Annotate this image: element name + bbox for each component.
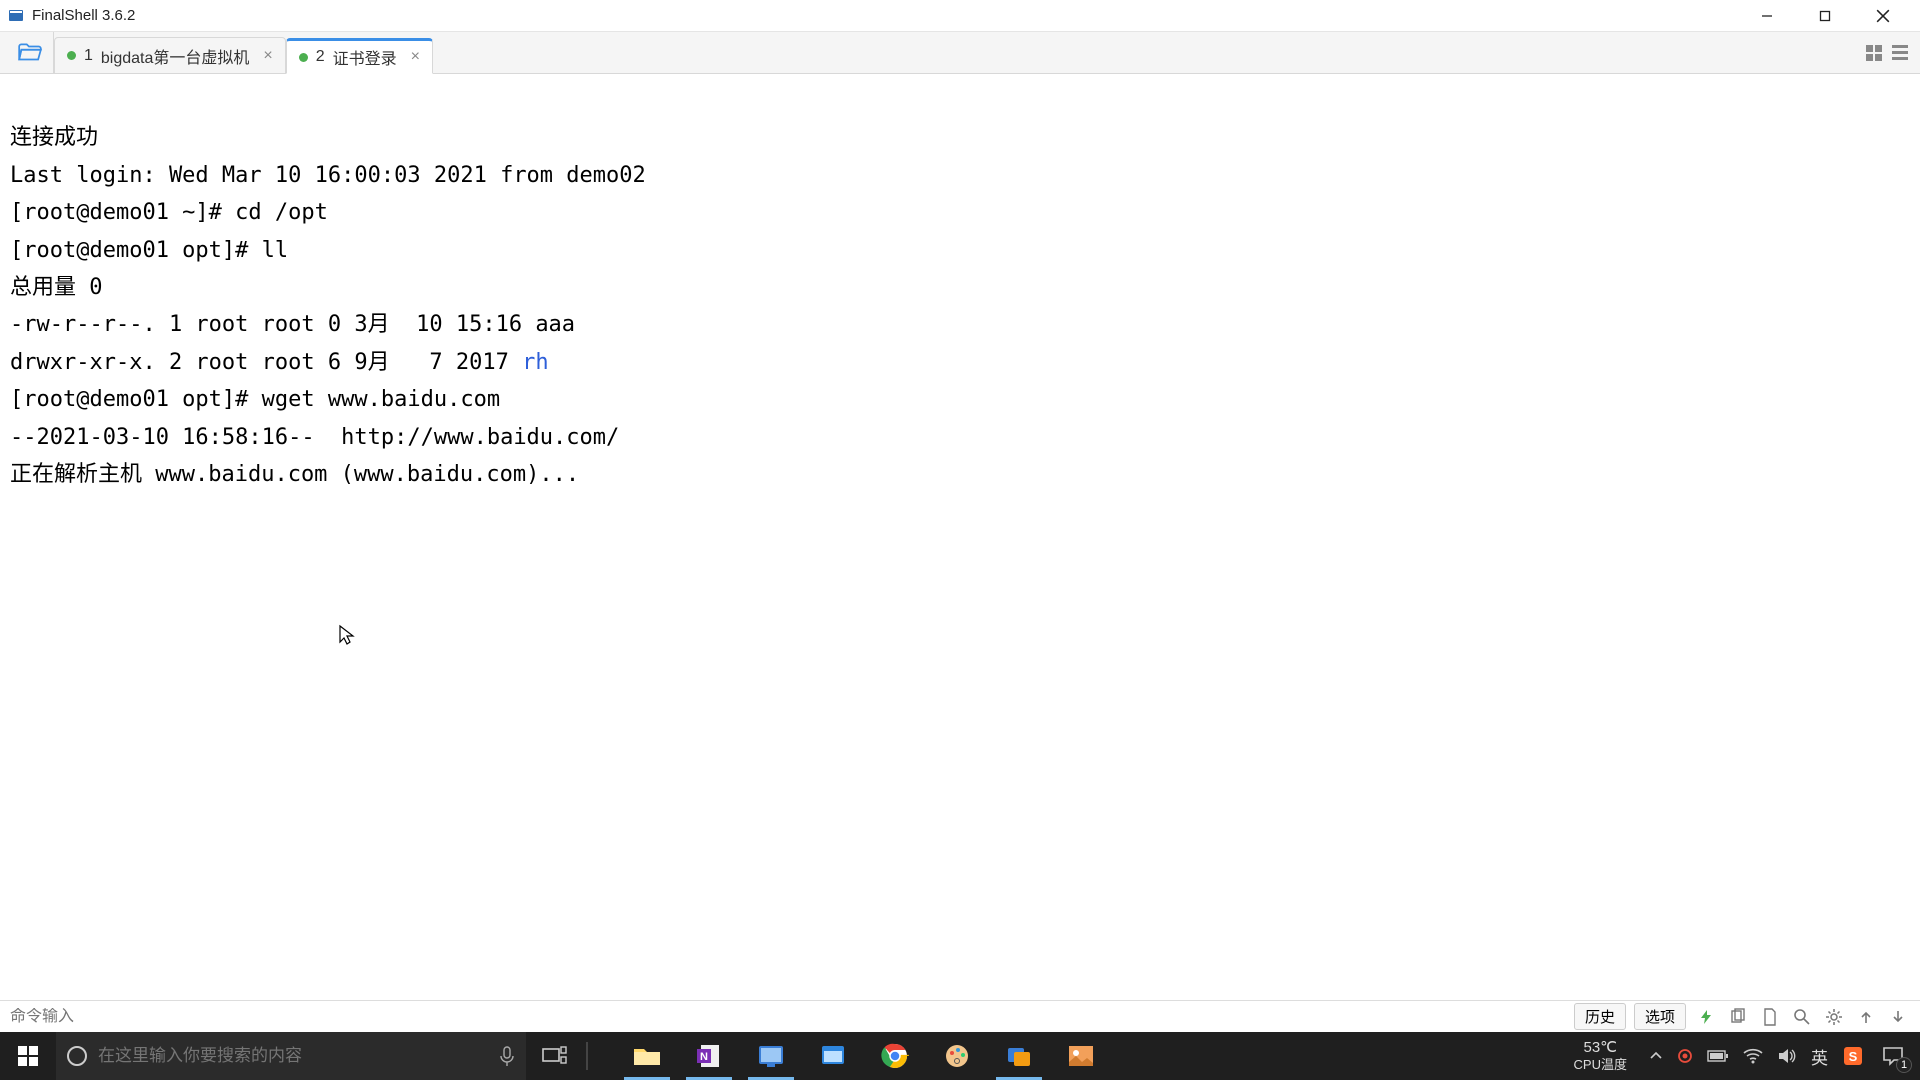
list-view-icon[interactable] [1890,43,1910,63]
open-folder-button[interactable] [6,32,54,73]
bolt-icon[interactable] [1694,1005,1718,1029]
upload-icon[interactable] [1854,1005,1878,1029]
paint-icon[interactable] [926,1032,988,1080]
tab-index: 2 [316,48,325,66]
finalshell-app-icon[interactable] [740,1032,802,1080]
close-button[interactable] [1854,0,1912,32]
sogou-icon[interactable]: S [1842,1045,1864,1067]
history-button[interactable]: 历史 [1574,1003,1626,1030]
terminal-line: Last login: Wed Mar 10 16:00:03 2021 fro… [10,163,646,188]
microphone-icon[interactable] [498,1045,516,1067]
minimize-button[interactable] [1738,0,1796,32]
terminal-line: 正在解析主机 www.baidu.com (www.baidu.com)... [10,462,579,487]
terminal-line: 总用量 0 [10,275,103,300]
directory-link: rh [522,350,549,375]
edge-icon[interactable] [802,1032,864,1080]
onenote-icon[interactable]: N [678,1032,740,1080]
close-tab-icon[interactable]: × [263,47,272,65]
tab-2[interactable]: 2 证书登录 × [286,38,433,74]
file-explorer-icon[interactable] [616,1032,678,1080]
start-button[interactable] [0,1032,56,1080]
search-icon[interactable] [1790,1005,1814,1029]
mouse-cursor-icon [338,624,356,646]
chevron-up-icon[interactable] [1649,1049,1663,1063]
ime-indicator[interactable]: 英 [1811,1044,1828,1069]
titlebar: FinalShell 3.6.2 [0,0,1920,32]
vmware-icon[interactable] [988,1032,1050,1080]
task-view-button[interactable] [526,1032,582,1080]
windows-taskbar: N 53℃ CPU温度 [0,1032,1920,1080]
status-dot-icon [299,53,308,62]
battery-icon[interactable] [1707,1049,1729,1063]
cpu-temp[interactable]: 53℃ CPU温度 [1574,1039,1627,1073]
file-icon[interactable] [1758,1005,1782,1029]
gear-icon[interactable] [1822,1005,1846,1029]
window-title: FinalShell 3.6.2 [32,7,135,24]
chrome-icon[interactable] [864,1032,926,1080]
status-dot-icon [67,51,76,60]
grid-view-icon[interactable] [1864,43,1884,63]
svg-text:S: S [1849,1049,1858,1064]
copy-icon[interactable] [1726,1005,1750,1029]
terminal-line: -rw-r--r--. 1 root root 0 3月 10 15:16 aa… [10,312,575,337]
terminal-line: [root@demo01 opt]# ll [10,238,288,263]
cortana-icon [66,1045,88,1067]
tabbar: 1 bigdata第一台虚拟机 × 2 证书登录 × [0,32,1920,74]
terminal-line: --2021-03-10 16:58:16-- http://www.baidu… [10,425,619,450]
taskbar-search-input[interactable] [98,1046,488,1066]
terminal-line: [root@demo01 ~]# cd /opt [10,200,328,225]
record-icon[interactable] [1677,1048,1693,1064]
maximize-button[interactable] [1796,0,1854,32]
taskbar-search[interactable] [56,1032,526,1080]
terminal-line: [root@demo01 opt]# wget www.baidu.com [10,387,500,412]
download-icon[interactable] [1886,1005,1910,1029]
volume-icon[interactable] [1777,1047,1797,1065]
close-tab-icon[interactable]: × [411,48,420,66]
tab-1[interactable]: 1 bigdata第一台虚拟机 × [54,37,286,73]
svg-text:N: N [700,1051,708,1063]
wifi-icon[interactable] [1743,1048,1763,1064]
divider [586,1042,588,1070]
notification-icon[interactable]: 1 [1878,1041,1908,1071]
tab-label: bigdata第一台虚拟机 [101,44,250,68]
app-icon [8,8,24,24]
terminal-line: 连接成功 [10,125,98,150]
tab-label: 证书登录 [333,45,397,69]
terminal-line: drwxr-xr-x. 2 root root 6 9月 7 2017 rh [10,350,549,375]
image-viewer-icon[interactable] [1050,1032,1112,1080]
command-input[interactable] [10,1008,1574,1026]
notification-badge: 1 [1896,1057,1912,1073]
terminal-output[interactable]: 连接成功 Last login: Wed Mar 10 16:00:03 202… [0,74,1920,1000]
tab-index: 1 [84,47,93,65]
options-button[interactable]: 选项 [1634,1003,1686,1030]
command-bar: 历史 选项 [0,1000,1920,1032]
